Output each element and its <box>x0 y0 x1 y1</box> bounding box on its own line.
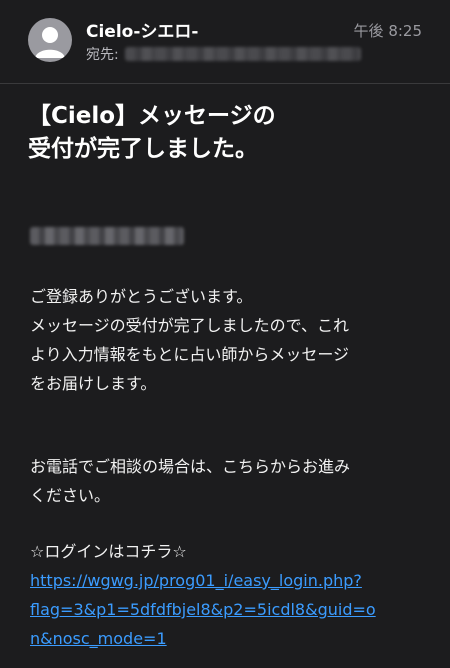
sender-name[interactable]: Cielo-シエロ- <box>86 17 198 42</box>
body-line: より入力情報をもとに占い師からメッセージ <box>30 345 350 364</box>
recipient-row[interactable]: 宛先: <box>86 44 361 64</box>
login-heading: ☆ログインはコチラ☆ <box>30 542 187 561</box>
link-line[interactable]: n&nosc_mode=1 <box>30 624 430 653</box>
person-icon <box>35 27 65 58</box>
email-header: Cielo-シエロ- 宛先: 午後 8:25 <box>0 0 450 84</box>
login-link[interactable]: https://wgwg.jp/prog01_i/easy_login.php?… <box>30 566 430 653</box>
email-subject: 【Cielo】メッセージの 受付が完了しました。 <box>28 100 428 166</box>
login-section: ☆ログインはコチラ☆ https://wgwg.jp/prog01_i/easy… <box>30 537 430 653</box>
received-time: 午後 8:25 <box>353 22 422 40</box>
body-paragraph: ご登録ありがとうございます。 メッセージの受付が完了しましたので、これ より入力… <box>30 282 430 398</box>
body-paragraph: お電話でご相談の場合は、こちらからお進み ください。 <box>30 452 430 510</box>
sender-avatar[interactable] <box>28 18 72 62</box>
to-label: 宛先: <box>86 47 119 63</box>
body-line: お電話でご相談の場合は、こちらからお進み <box>30 457 351 476</box>
link-line[interactable]: https://wgwg.jp/prog01_i/easy_login.php? <box>30 566 430 595</box>
subject-line: 【Cielo】メッセージの <box>28 103 276 129</box>
body-line: ご登録ありがとうございます。 <box>30 287 253 306</box>
recipient-address-redacted <box>124 47 361 61</box>
subject-line: 受付が完了しました。 <box>28 136 258 162</box>
body-line: メッセージの受付が完了しましたので、これ <box>30 316 350 335</box>
link-line[interactable]: flag=3&p1=5dfdfbjel8&p2=5icdl8&guid=o <box>30 595 430 624</box>
body-line: ください。 <box>30 486 111 505</box>
body-line: をお届けします。 <box>30 374 157 393</box>
redacted-text <box>30 227 184 245</box>
